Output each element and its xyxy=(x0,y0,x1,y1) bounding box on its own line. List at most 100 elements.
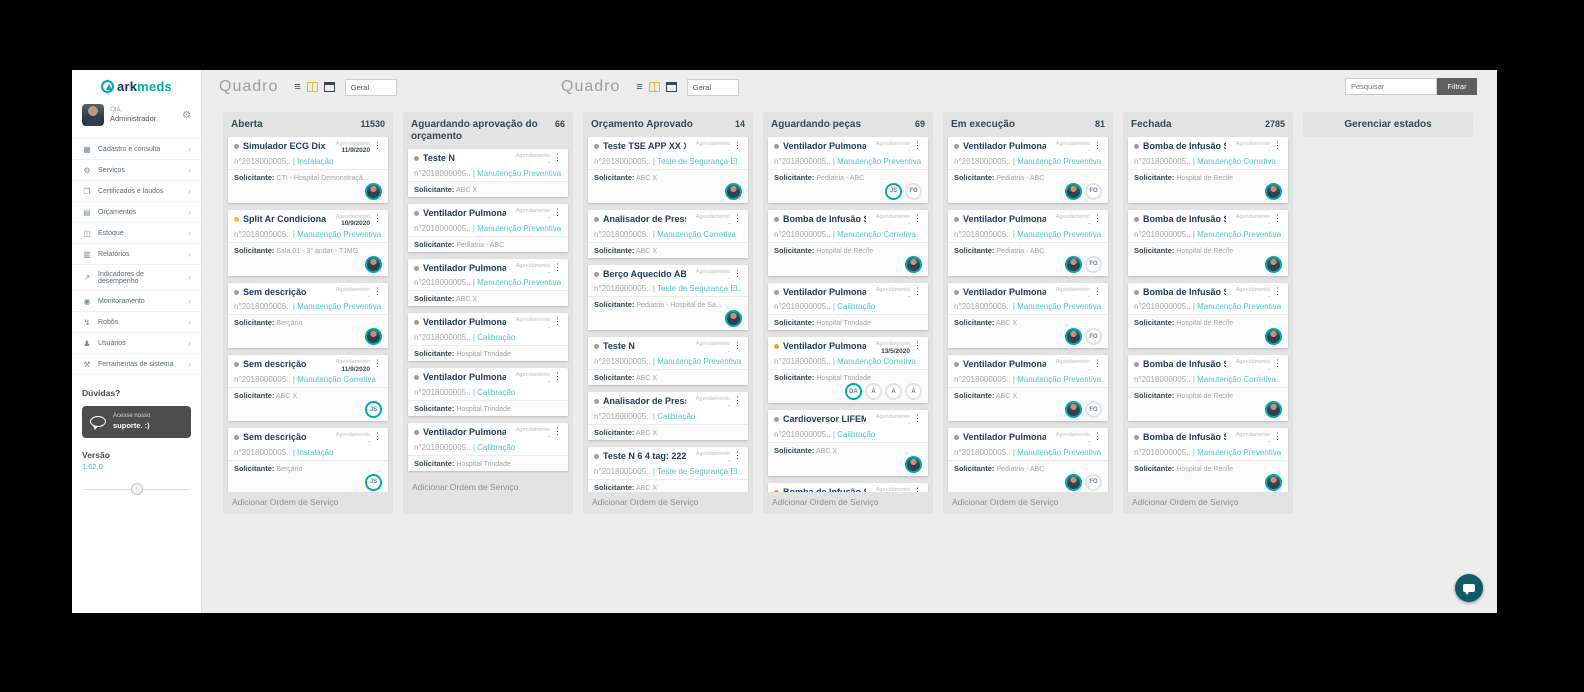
card-menu-icon[interactable]: ⋮ xyxy=(1273,141,1282,150)
card-menu-icon[interactable]: ⋮ xyxy=(373,359,382,368)
service-type-link[interactable]: | Manutenção Corretiva xyxy=(1193,375,1276,384)
service-type-link[interactable]: | Instalação xyxy=(293,448,334,457)
card-menu-icon[interactable]: ⋮ xyxy=(373,432,382,441)
assignee-avatar[interactable] xyxy=(365,183,382,200)
assignee-avatar[interactable]: FO xyxy=(905,183,922,200)
kanban-card[interactable]: Simulador ECG Dixtal...Agendamento11/9/2… xyxy=(228,137,388,203)
card-menu-icon[interactable]: ⋮ xyxy=(733,341,742,350)
sidebar-item-cadastro-e-consulta[interactable]: ▦Cadastro e consulta› xyxy=(72,139,201,160)
kanban-card[interactable]: Bomba de Infusão Sam...Agendamento-⋮n°20… xyxy=(768,210,928,276)
kanban-card[interactable]: Bomba de Infusão Sam...Agendamento-⋮n°20… xyxy=(1128,428,1288,494)
kanban-card[interactable]: Ventilador Pulmonar ...Agendamento-⋮n°20… xyxy=(768,137,928,203)
service-type-link[interactable]: | Manutenção Preventiva xyxy=(1193,230,1281,239)
assignee-avatar[interactable] xyxy=(1065,328,1082,345)
kanban-card[interactable]: Ventilador Pulmonar ...Agendamento-⋮n°20… xyxy=(408,423,568,471)
kanban-card[interactable]: Ventilador Pulmonar ...Agendamento-⋮n°20… xyxy=(948,137,1108,203)
service-type-link[interactable]: | Manutenção Preventiva xyxy=(293,302,381,311)
card-menu-icon[interactable]: ⋮ xyxy=(553,427,562,436)
assignee-avatar[interactable] xyxy=(1265,183,1282,200)
kanban-card[interactable]: Teste NAgendamento-⋮n°2018000005.. | Man… xyxy=(408,149,568,197)
service-type-link[interactable]: | Calibração xyxy=(833,302,876,311)
card-menu-icon[interactable]: ⋮ xyxy=(1093,141,1102,150)
kanban-card[interactable]: Analisador de Pressã...Agendamento-⋮n°20… xyxy=(588,210,748,258)
kanban-card[interactable]: Ventilador Pulmonar ...Agendamento-⋮n°20… xyxy=(948,428,1108,494)
service-type-link[interactable]: | Manutenção Preventiva xyxy=(1013,230,1101,239)
kanban-card[interactable]: Berço Aquecido ABC 1...Agendamento-⋮n°20… xyxy=(588,265,748,331)
calendar-view-icon[interactable] xyxy=(666,82,677,92)
add-order-button[interactable]: Adicionar Ordem de Serviço xyxy=(223,492,393,514)
card-menu-icon[interactable]: ⋮ xyxy=(553,317,562,326)
service-type-link[interactable]: | Manutenção Corretiva xyxy=(1193,157,1276,166)
kanban-card[interactable]: Ventilador Pulmonar ...Agendamento-⋮n°20… xyxy=(408,313,568,361)
assignee-avatar[interactable]: FO xyxy=(1085,183,1102,200)
card-menu-icon[interactable]: ⋮ xyxy=(913,414,922,423)
add-order-button[interactable]: Adicionar Ordem de Serviço xyxy=(408,477,568,494)
service-type-link[interactable]: | Manutenção Preventiva xyxy=(833,157,921,166)
board-view-icon[interactable] xyxy=(649,82,660,92)
user-settings-gear-icon[interactable]: ⚙ xyxy=(182,110,191,121)
sidebar-item-estoque[interactable]: ◫Estoque› xyxy=(72,223,201,244)
service-type-link[interactable]: | Manutenção Corretiva xyxy=(653,230,736,239)
manage-states-button[interactable]: Gerenciar estados xyxy=(1303,112,1473,137)
service-type-link[interactable]: | Manutenção Preventiva xyxy=(473,169,561,178)
card-menu-icon[interactable]: ⋮ xyxy=(553,153,562,162)
service-type-link[interactable]: | Manutenção Preventiva xyxy=(653,357,741,366)
assignee-avatar[interactable] xyxy=(1265,256,1282,273)
assignee-avatar[interactable] xyxy=(1065,401,1082,418)
assignee-avatar[interactable]: JS xyxy=(365,474,382,491)
card-menu-icon[interactable]: ⋮ xyxy=(1273,359,1282,368)
card-menu-icon[interactable]: ⋮ xyxy=(1093,287,1102,296)
kanban-card[interactable]: Teste TSE APP XX X n...Agendamento-⋮n°20… xyxy=(588,137,748,203)
card-menu-icon[interactable]: ⋮ xyxy=(373,214,382,223)
service-type-link[interactable]: | Calibração xyxy=(653,412,696,421)
assignee-avatar[interactable] xyxy=(1265,474,1282,491)
service-type-link[interactable]: | Manutenção Preventiva xyxy=(473,224,561,233)
kanban-card[interactable]: Ventilador Pulmonar ...Agendamento-⋮n°20… xyxy=(948,283,1108,349)
service-type-link[interactable]: | Calibração xyxy=(833,430,876,439)
sidebar-item-certificados-e-laudos[interactable]: ❐Certificados e laudos› xyxy=(72,181,201,202)
board-view-icon[interactable] xyxy=(307,82,318,92)
sidebar-item-rob-s[interactable]: ↯Robôs› xyxy=(72,312,201,333)
kanban-card[interactable]: Ventilador Pulmonar ...Agendamento-⋮n°20… xyxy=(948,355,1108,421)
kanban-card[interactable]: Sem descriçãoAgendamento-⋮n°2018000005..… xyxy=(228,428,388,494)
assignee-avatar[interactable]: DA xyxy=(845,383,862,400)
kanban-card[interactable]: Cardioversor LIFEMED...Agendamento-⋮n°20… xyxy=(768,410,928,476)
assignee-avatar[interactable] xyxy=(1065,474,1082,491)
service-type-link[interactable]: | Manutenção Preventiva xyxy=(1013,157,1101,166)
service-type-link[interactable]: | Manutenção Preventiva xyxy=(1193,448,1281,457)
filter-button[interactable]: Filtrar xyxy=(1437,78,1477,95)
card-menu-icon[interactable]: ⋮ xyxy=(553,263,562,272)
service-type-link[interactable]: | Teste de Segurança El... xyxy=(653,284,742,293)
card-menu-icon[interactable]: ⋮ xyxy=(733,141,742,150)
service-type-link[interactable]: | Calibração xyxy=(473,333,516,342)
service-type-link[interactable]: | Manutenção Preventiva xyxy=(1013,302,1101,311)
card-menu-icon[interactable]: ⋮ xyxy=(733,451,742,460)
kanban-card[interactable]: Bomba de Infusão Sam...Agendamento-⋮n°20… xyxy=(1128,137,1288,203)
sidebar-slider-handle[interactable]: ‹ xyxy=(131,483,143,495)
kanban-card[interactable]: Bomba de Infusão Sam...Agendamento-⋮n°20… xyxy=(1128,210,1288,276)
list-view-icon[interactable]: ≡ xyxy=(636,82,642,93)
assignee-avatar[interactable]: A xyxy=(865,383,882,400)
kanban-card[interactable]: Ventilador Pulmonar ...Agendamento-⋮n°20… xyxy=(948,210,1108,276)
kanban-card[interactable]: Ventilador Pulmonar ...Agendamento13/5/2… xyxy=(768,337,928,403)
support-button[interactable]: Acesse nosso suporte. :) xyxy=(82,406,191,438)
service-type-link[interactable]: | Manutenção Preventiva xyxy=(1193,302,1281,311)
assignee-avatar[interactable]: JS xyxy=(365,401,382,418)
card-menu-icon[interactable]: ⋮ xyxy=(733,214,742,223)
card-menu-icon[interactable]: ⋮ xyxy=(1273,287,1282,296)
add-order-button[interactable]: Adicionar Ordem de Serviço xyxy=(763,492,933,514)
kanban-card[interactable]: Sem descriçãoAgendamento-⋮n°2018000005..… xyxy=(228,283,388,349)
add-order-button[interactable]: Adicionar Ordem de Serviço xyxy=(1123,492,1293,514)
kanban-card[interactable]: Teste NAgendamento-⋮n°2018000005.. | Man… xyxy=(588,337,748,385)
service-type-link[interactable]: | Manutenção Preventiva xyxy=(473,278,561,287)
list-view-icon[interactable]: ≡ xyxy=(294,82,300,93)
card-menu-icon[interactable]: ⋮ xyxy=(1273,432,1282,441)
add-order-button[interactable]: Adicionar Ordem de Serviço xyxy=(943,492,1113,514)
service-type-link[interactable]: | Calibração xyxy=(473,443,516,452)
kanban-card[interactable]: Split Ar Condicionad...Agendamento10/9/2… xyxy=(228,210,388,276)
service-type-link[interactable]: | Teste de Segurança El... xyxy=(653,157,742,166)
assignee-avatar[interactable]: A xyxy=(905,383,922,400)
sidebar-item-ferramentas-de-sistema[interactable]: ⚒Ferramentas de sistema› xyxy=(72,354,201,375)
assignee-avatar[interactable] xyxy=(905,256,922,273)
card-menu-icon[interactable]: ⋮ xyxy=(913,141,922,150)
